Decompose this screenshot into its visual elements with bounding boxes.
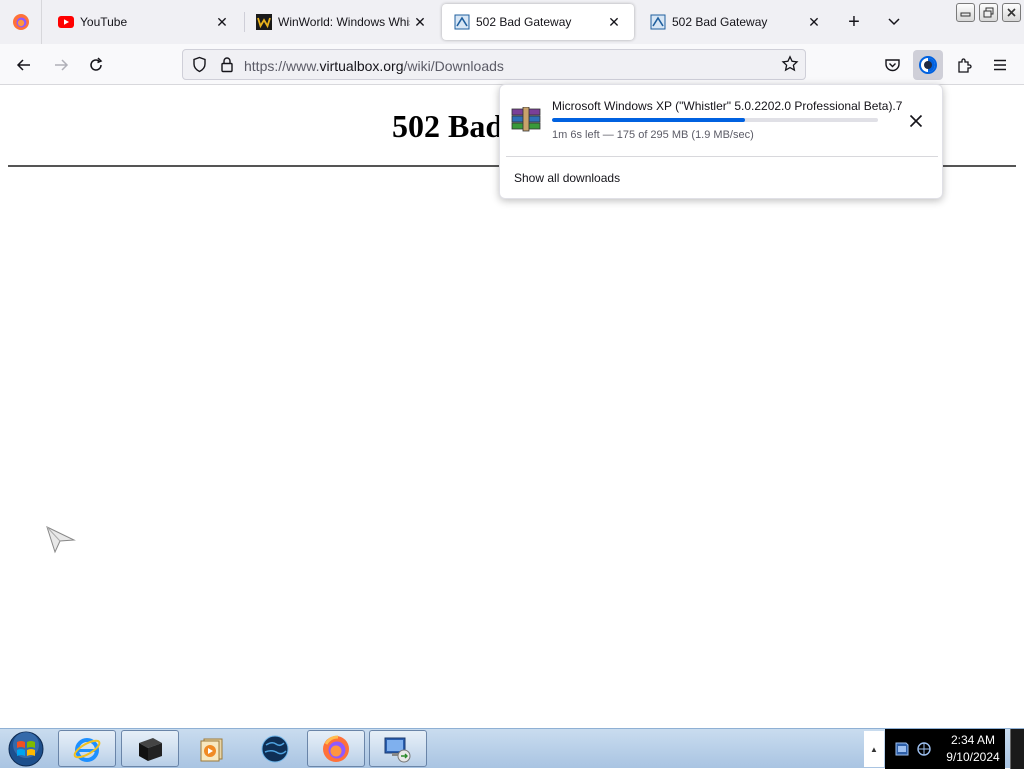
restore-button[interactable] — [979, 3, 998, 22]
clock-date: 9/10/2024 — [946, 750, 1000, 764]
close-window-button[interactable] — [1002, 3, 1021, 22]
reload-button[interactable] — [81, 50, 111, 80]
virtualbox-icon — [650, 14, 666, 30]
url-prefix: https://www. — [244, 58, 320, 74]
downloads-button[interactable] — [913, 50, 943, 80]
pocket-button[interactable] — [877, 50, 907, 80]
show-all-downloads-button[interactable]: Show all downloads — [514, 171, 620, 185]
tab-502-bad-gateway-active[interactable]: 502 Bad Gateway ✕ — [442, 4, 634, 40]
taskbar: ▲ 2:34 AM 9/10/2024 — [0, 728, 1024, 769]
tab-winworld[interactable]: WinWorld: Windows Whistler ✕ — [244, 4, 440, 40]
network-icon[interactable] — [916, 741, 932, 757]
restore-icon — [983, 7, 994, 18]
url-bar[interactable]: https://www.virtualbox.org/wiki/Download… — [182, 49, 806, 80]
list-all-tabs-button[interactable] — [880, 8, 908, 36]
taskbar-media-player[interactable] — [183, 730, 241, 767]
tab-title: 502 Bad Gateway — [672, 15, 768, 29]
reload-icon — [90, 57, 103, 71]
chevron-down-icon — [888, 18, 900, 26]
pocket-icon — [884, 59, 900, 72]
download-progress-fill — [552, 118, 746, 122]
action-center-icon[interactable] — [893, 741, 911, 757]
youtube-icon — [58, 14, 74, 30]
system-clock[interactable]: 2:34 AM 9/10/2024 — [936, 732, 1010, 766]
new-tab-button[interactable]: + — [840, 8, 868, 36]
cancel-download-button[interactable] — [906, 111, 926, 131]
close-icon — [909, 114, 923, 128]
tab-close-button[interactable]: ✕ — [604, 12, 624, 32]
firefox-icon — [323, 735, 349, 762]
url-path: /wiki/Downloads — [403, 58, 504, 74]
app-menu-button[interactable] — [985, 50, 1015, 80]
remote-desktop-icon — [384, 737, 411, 762]
tab-youtube[interactable]: YouTube ✕ — [46, 4, 242, 40]
hamburger-menu-icon — [994, 59, 1006, 71]
windows-logo-icon — [8, 731, 44, 767]
show-desktop-button[interactable] — [1010, 729, 1024, 769]
tracking-protection-icon[interactable] — [191, 56, 208, 76]
forward-button[interactable] — [46, 50, 76, 80]
virtualbox-icon — [454, 14, 470, 30]
taskbar-internet-explorer[interactable] — [58, 730, 116, 767]
terminal-icon — [139, 737, 162, 761]
download-filename: Microsoft Windows XP ("Whistler" 5.0.220… — [552, 99, 902, 113]
winworld-icon — [256, 14, 272, 30]
lock-icon[interactable] — [219, 56, 235, 76]
url-host: virtualbox.org — [319, 58, 404, 74]
back-button[interactable] — [9, 50, 39, 80]
clock-time: 2:34 AM — [950, 733, 996, 747]
archive-file-icon — [511, 107, 541, 132]
minimize-button[interactable] — [956, 3, 975, 22]
taskbar-remote-desktop[interactable] — [369, 730, 427, 767]
download-progress-bar — [552, 118, 878, 122]
close-icon — [1007, 8, 1016, 17]
url-text[interactable]: https://www.virtualbox.org/wiki/Download… — [244, 58, 504, 74]
plus-icon: + — [848, 10, 860, 33]
puzzle-piece-icon — [957, 57, 972, 73]
globe-icon — [261, 735, 289, 762]
downloads-separator — [506, 156, 938, 157]
start-button[interactable] — [4, 730, 48, 768]
tab-title: 502 Bad Gateway — [476, 15, 572, 29]
forward-arrow-icon — [55, 59, 69, 71]
firefox-view-button[interactable] — [0, 0, 42, 44]
tab-502-bad-gateway[interactable]: 502 Bad Gateway ✕ — [638, 4, 834, 40]
media-player-icon — [200, 738, 223, 761]
internet-explorer-icon — [73, 737, 101, 762]
extensions-button[interactable] — [949, 50, 979, 80]
download-progress-icon — [919, 56, 937, 74]
tab-close-button[interactable]: ✕ — [410, 12, 430, 32]
tab-title: YouTube — [80, 15, 128, 29]
back-arrow-icon — [16, 59, 30, 71]
tab-close-button[interactable]: ✕ — [804, 12, 824, 32]
taskbar-terminal[interactable] — [121, 730, 179, 767]
downloads-panel: Microsoft Windows XP ("Whistler" 5.0.220… — [499, 84, 943, 199]
navigation-toolbar: https://www.virtualbox.org/wiki/Download… — [0, 44, 1024, 85]
download-status: 1m 6s left — 175 of 295 MB (1.9 MB/sec) — [552, 129, 754, 141]
download-item[interactable]: Microsoft Windows XP ("Whistler" 5.0.220… — [506, 91, 938, 153]
show-hidden-icons-button[interactable]: ▲ — [864, 731, 884, 767]
bookmark-star-icon[interactable] — [781, 55, 799, 76]
tab-strip: YouTube ✕ WinWorld: Windows Whistler ✕ 5… — [0, 0, 1024, 44]
chevron-up-icon: ▲ — [870, 744, 878, 754]
taskbar-firefox[interactable] — [307, 730, 365, 767]
minimize-icon — [960, 12, 971, 17]
mouse-cursor-icon — [46, 526, 76, 554]
firefox-icon — [12, 14, 29, 30]
tab-title: WinWorld: Windows Whistler — [278, 15, 410, 29]
tab-close-button[interactable]: ✕ — [212, 12, 232, 32]
taskbar-globe-app[interactable] — [246, 730, 304, 767]
